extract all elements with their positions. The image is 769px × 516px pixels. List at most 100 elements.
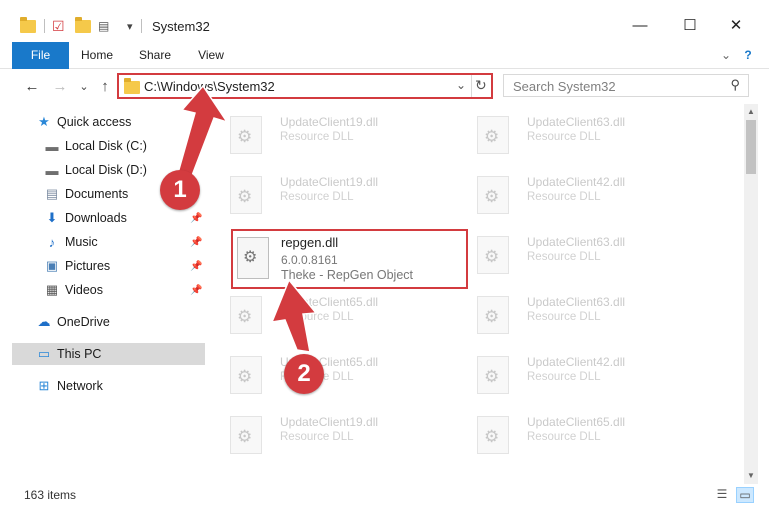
- address-path[interactable]: C:\Windows\System32: [144, 79, 275, 94]
- file-item[interactable]: UpdateClient65.dll Resource DLL: [457, 410, 697, 458]
- sidebar-item-downloads[interactable]: ⬇ Downloads 📌: [0, 207, 205, 229]
- scroll-up-icon[interactable]: ▲: [744, 104, 758, 120]
- step-1-badge: 1: [160, 170, 200, 210]
- file-item[interactable]: UpdateClient63.dll Resource DLL: [457, 290, 697, 338]
- file-item[interactable]: UpdateClient63.dll Resource DLL: [457, 230, 697, 278]
- sidebar-item-label: Local Disk (C:): [65, 139, 147, 153]
- folder-icon: [124, 78, 140, 94]
- star-icon: ★: [38, 114, 50, 129]
- address-bar[interactable]: C:\Windows\System32 ⌄ ↻: [117, 73, 493, 99]
- file-item[interactable]: UpdateClient65.dll Resource DLL: [210, 290, 450, 338]
- customize-toolbar-icon[interactable]: ▤: [98, 17, 109, 35]
- file-name: UpdateClient19.dll: [280, 115, 379, 129]
- dll-file-icon: [477, 236, 509, 274]
- tab-view[interactable]: View: [190, 42, 232, 69]
- search-placeholder: Search System32: [513, 79, 616, 94]
- dll-file-icon: [230, 416, 262, 454]
- file-name: UpdateClient65.dll: [280, 295, 379, 309]
- file-name: UpdateClient63.dll: [527, 235, 626, 249]
- recent-locations-button[interactable]: ⌄: [74, 75, 94, 97]
- file-name: UpdateClient63.dll: [527, 115, 626, 129]
- forward-button[interactable]: →: [50, 75, 70, 97]
- sidebar-item-label: Network: [57, 379, 103, 393]
- pin-icon[interactable]: 📌: [190, 213, 202, 224]
- up-button[interactable]: ↑: [95, 75, 115, 97]
- pin-icon[interactable]: 📌: [190, 285, 202, 296]
- properties-icon[interactable]: ☑: [52, 17, 65, 35]
- sidebar-item-label: Music: [65, 235, 98, 249]
- minimize-button[interactable]: —: [618, 10, 662, 40]
- step-2-badge: 2: [284, 354, 324, 394]
- sidebar-item-onedrive[interactable]: ☁ OneDrive: [0, 311, 205, 333]
- file-description: Resource DLL: [527, 311, 601, 323]
- sidebar-item-network[interactable]: ⊞ Network: [0, 375, 205, 397]
- search-icon[interactable]: ⚲: [730, 77, 740, 93]
- maximize-button[interactable]: ☐: [668, 10, 712, 40]
- search-input[interactable]: Search System32 ⚲: [503, 74, 749, 97]
- new-folder-icon[interactable]: [75, 16, 91, 35]
- dll-file-icon: [230, 116, 262, 154]
- tiles-view-icon[interactable]: ▭: [736, 487, 754, 503]
- pin-icon[interactable]: 📌: [190, 261, 202, 272]
- file-item[interactable]: UpdateClient63.dll Resource DLL: [457, 110, 697, 158]
- window-title: System32: [152, 19, 210, 34]
- close-button[interactable]: ✕: [714, 10, 758, 40]
- file-name: UpdateClient19.dll: [280, 415, 379, 429]
- details-view-icon[interactable]: ☰: [713, 487, 731, 503]
- file-name: UpdateClient42.dll: [527, 355, 626, 369]
- tab-home[interactable]: Home: [75, 42, 119, 69]
- sidebar-item-videos[interactable]: ▦ Videos 📌: [0, 279, 205, 301]
- sidebar-item-label: Documents: [65, 187, 129, 201]
- sidebar-item-label: Downloads: [65, 211, 127, 225]
- documents-icon: ▤: [45, 186, 59, 201]
- qa-separator: [44, 19, 45, 33]
- tab-share[interactable]: Share: [133, 42, 177, 69]
- ribbon-expand-icon[interactable]: ⌄: [716, 42, 736, 69]
- sidebar-item-label: Pictures: [65, 259, 111, 273]
- file-description: Resource DLL: [280, 131, 354, 143]
- dll-file-icon: [477, 176, 509, 214]
- file-item[interactable]: UpdateClient42.dll Resource DLL: [457, 350, 697, 398]
- vertical-scrollbar[interactable]: ▲ ▼: [744, 104, 758, 484]
- dll-file-icon: [477, 116, 509, 154]
- address-dropdown-icon[interactable]: ⌄: [456, 78, 466, 92]
- back-button[interactable]: ←: [22, 75, 42, 97]
- sidebar-item-label: This PC: [57, 347, 102, 361]
- sidebar-item-quick-access[interactable]: ★ Quick access: [0, 111, 205, 133]
- file-name: repgen.dll: [281, 235, 339, 250]
- folder-icon: [20, 16, 36, 35]
- repgen-file-item[interactable]: ⚙ repgen.dll 6.0.0.8161 Theke - RepGen O…: [231, 229, 468, 289]
- file-item[interactable]: UpdateClient19.dll Resource DLL: [210, 410, 450, 458]
- dll-file-icon: [477, 416, 509, 454]
- pin-icon[interactable]: 📌: [190, 237, 202, 248]
- scroll-thumb[interactable]: [746, 120, 756, 174]
- file-item[interactable]: UpdateClient19.dll Resource DLL: [210, 110, 450, 158]
- sidebar-item-label: Videos: [65, 283, 103, 297]
- file-item[interactable]: UpdateClient19.dll Resource DLL: [210, 170, 450, 218]
- file-item[interactable]: UpdateClient42.dll Resource DLL: [457, 170, 697, 218]
- sidebar-item-pictures[interactable]: ▣ Pictures 📌: [0, 255, 205, 277]
- title-bar: ☑ ▤ ▾ System32 — ☐ ✕: [0, 0, 769, 42]
- file-description: Resource DLL: [280, 311, 354, 323]
- sidebar-item-local-disk-c[interactable]: ▬ Local Disk (C:) 📌: [0, 135, 205, 157]
- item-count: 163 items: [24, 488, 77, 502]
- tab-file[interactable]: File: [12, 42, 69, 69]
- sidebar-item-this-pc[interactable]: ▭ This PC: [12, 343, 205, 365]
- file-description: Resource DLL: [280, 191, 354, 203]
- qa-dropdown-icon[interactable]: ▾: [127, 17, 133, 35]
- file-description: Resource DLL: [527, 191, 601, 203]
- file-item[interactable]: UpdateClient65.dll Resource DLL: [210, 350, 450, 398]
- dll-file-icon: [230, 296, 262, 334]
- refresh-icon[interactable]: ↻: [475, 77, 487, 94]
- navigation-pane: ★ Quick access ▬ Local Disk (C:) 📌 ▬ Loc…: [0, 108, 210, 468]
- videos-icon: ▦: [45, 282, 59, 297]
- help-icon[interactable]: ?: [738, 42, 758, 69]
- sidebar-item-music[interactable]: ♪ Music 📌: [0, 231, 205, 253]
- music-icon: ♪: [48, 234, 56, 250]
- dll-file-icon: [477, 296, 509, 334]
- pin-icon[interactable]: 📌: [190, 141, 202, 152]
- file-description: Resource DLL: [527, 131, 601, 143]
- scroll-down-icon[interactable]: ▼: [744, 468, 758, 484]
- file-name: UpdateClient63.dll: [527, 295, 626, 309]
- dll-file-icon: [230, 356, 262, 394]
